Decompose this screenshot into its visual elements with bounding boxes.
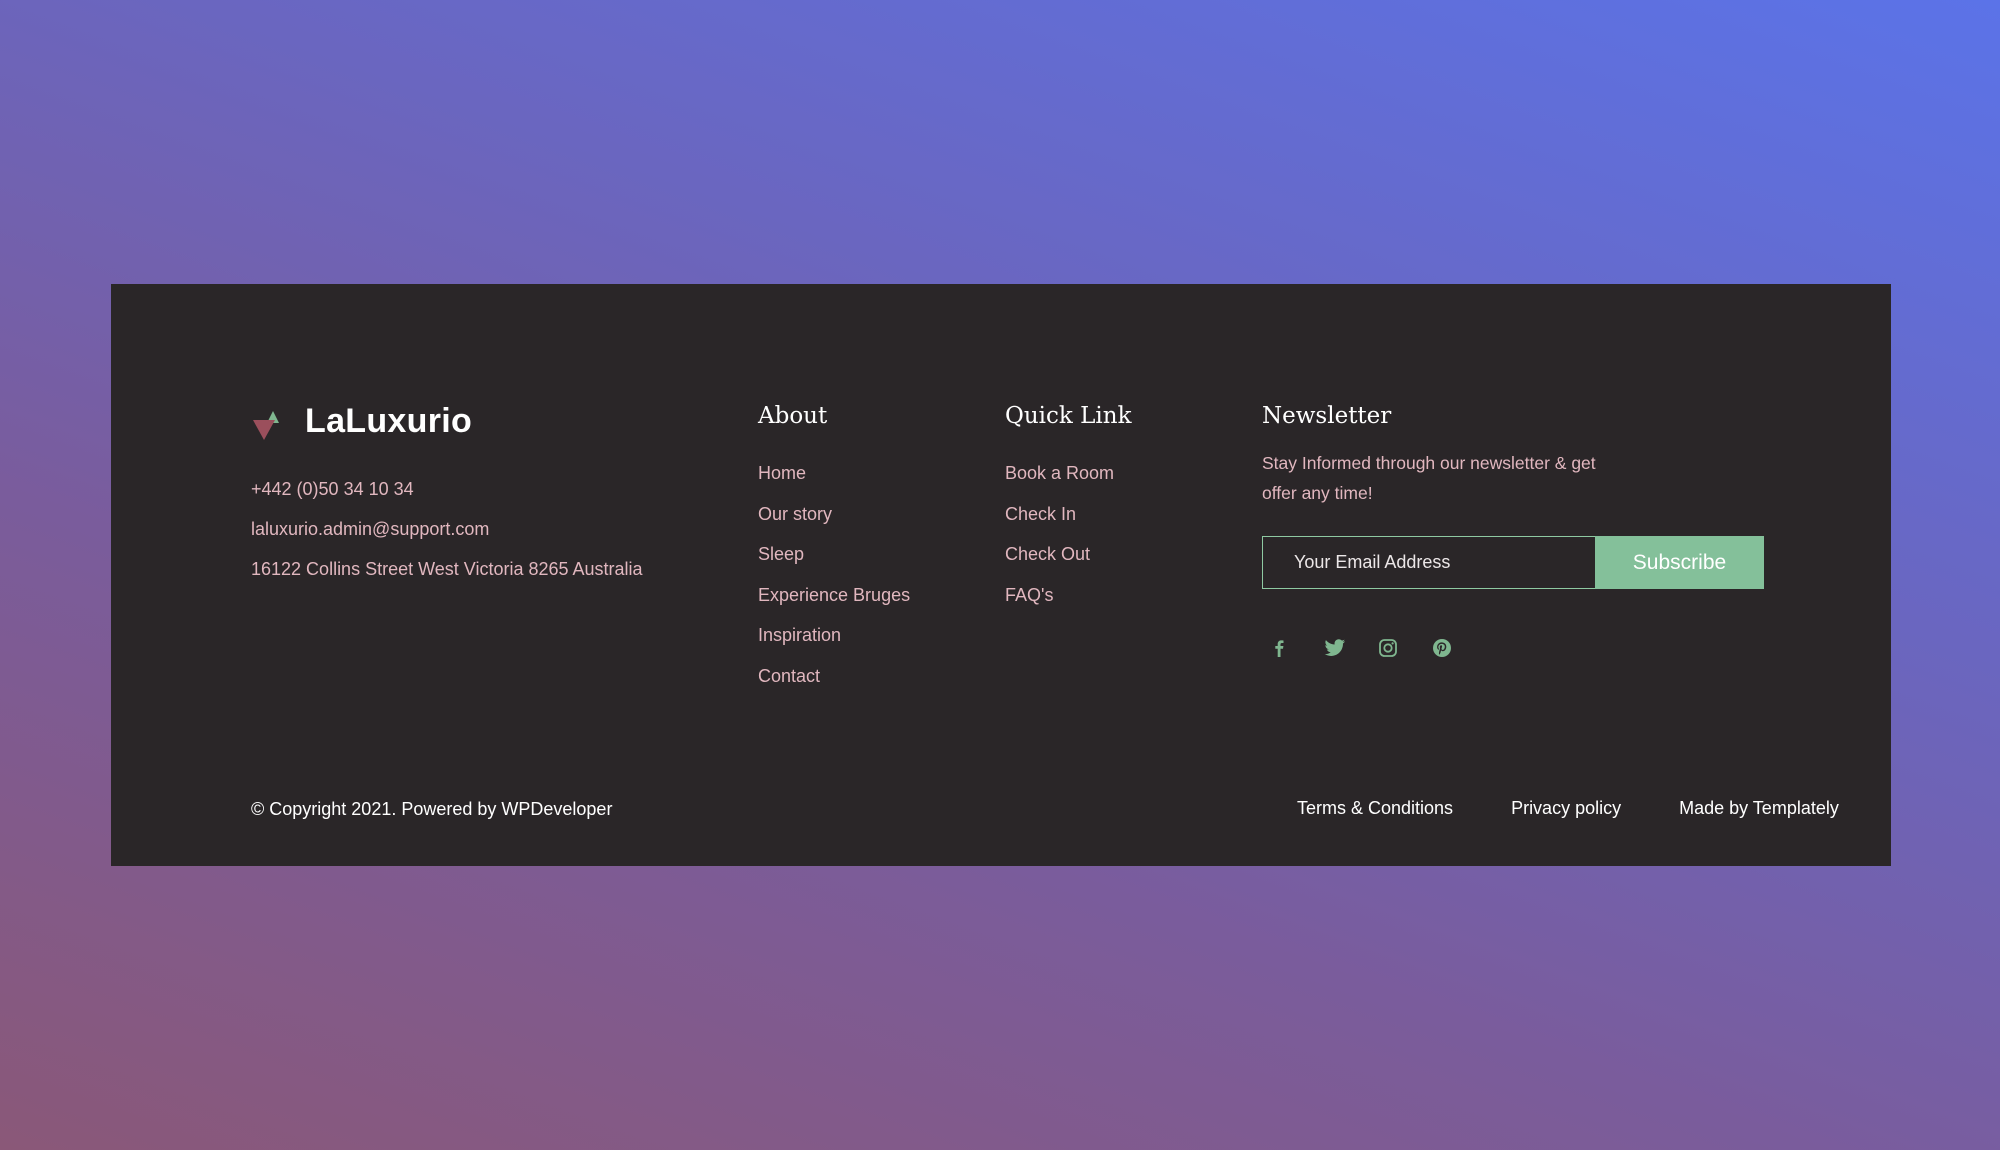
- subscribe-button[interactable]: Subscribe: [1595, 536, 1764, 589]
- about-link-our-story[interactable]: Our story: [758, 494, 910, 535]
- brand-name: LaLuxurio: [305, 401, 473, 440]
- contact-email[interactable]: laluxurio.admin@support.com: [251, 509, 643, 549]
- copyright-text: © Copyright 2021. Powered by WPDeveloper: [251, 799, 613, 819]
- instagram-icon[interactable]: [1370, 633, 1424, 663]
- about-link-sleep[interactable]: Sleep: [758, 534, 910, 575]
- newsletter-heading: Newsletter: [1262, 403, 1392, 429]
- about-link-inspiration[interactable]: Inspiration: [758, 615, 910, 656]
- privacy-policy-link[interactable]: Privacy policy: [1511, 794, 1621, 822]
- newsletter-column: Newsletter Stay Informed through our new…: [1262, 400, 1782, 680]
- email-input[interactable]: [1262, 536, 1595, 589]
- made-by-templately-link[interactable]: Made by Templately: [1679, 794, 1839, 822]
- about-heading: About: [758, 403, 828, 429]
- legal-links: Terms & Conditions Privacy policy Made b…: [1297, 794, 1839, 822]
- quick-link-check-out[interactable]: Check Out: [1005, 534, 1132, 575]
- social-links: [1262, 633, 1478, 663]
- subscribe-form: Subscribe: [1262, 536, 1764, 589]
- about-link-experience-bruges[interactable]: Experience Bruges: [758, 575, 910, 616]
- terms-link[interactable]: Terms & Conditions: [1297, 794, 1453, 822]
- quick-link-check-in[interactable]: Check In: [1005, 494, 1132, 535]
- quick-link-faqs[interactable]: FAQ's: [1005, 575, 1132, 616]
- newsletter-description: Stay Informed through our newsletter & g…: [1262, 453, 1596, 503]
- quick-link-column: Quick Link Book a Room Check In Check Ou…: [1005, 400, 1132, 615]
- about-link-contact[interactable]: Contact: [758, 656, 910, 697]
- footer-bottom-bar: © Copyright 2021. Powered by WPDeveloper…: [251, 794, 1891, 824]
- about-link-home[interactable]: Home: [758, 453, 910, 494]
- brand[interactable]: LaLuxurio: [251, 396, 472, 446]
- about-links: Home Our story Sleep Experience Bruges I…: [758, 453, 910, 696]
- quick-links: Book a Room Check In Check Out FAQ's: [1005, 453, 1132, 615]
- quick-link-heading: Quick Link: [1005, 403, 1132, 429]
- site-footer: LaLuxurio +442 (0)50 34 10 34 laluxurio.…: [111, 284, 1891, 866]
- twitter-icon[interactable]: [1316, 633, 1370, 663]
- triangles-logo-icon: [253, 411, 279, 440]
- about-column: About Home Our story Sleep Experience Br…: [758, 400, 910, 696]
- quick-link-book-a-room[interactable]: Book a Room: [1005, 453, 1132, 494]
- contact-address: 16122 Collins Street West Victoria 8265 …: [251, 559, 643, 579]
- contact-info: +442 (0)50 34 10 34 laluxurio.admin@supp…: [251, 469, 643, 589]
- pinterest-icon[interactable]: [1424, 633, 1478, 663]
- contact-phone[interactable]: +442 (0)50 34 10 34: [251, 469, 643, 509]
- facebook-icon[interactable]: [1262, 633, 1316, 663]
